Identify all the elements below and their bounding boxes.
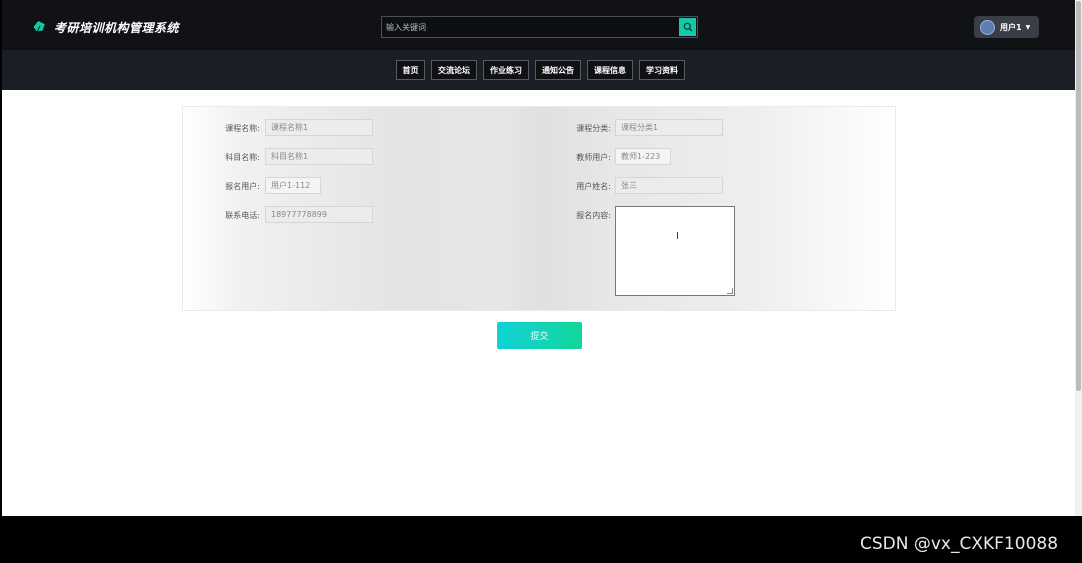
nav-bar: 首页 交流论坛 作业练习 通知公告 课程信息 学习资料 [2, 50, 1075, 90]
phone-label: 联系电话: [225, 211, 260, 220]
nav-home[interactable]: 首页 [396, 60, 425, 80]
course-name-field[interactable]: 课程名称1 [265, 119, 373, 136]
teacher-user-field[interactable]: 教师1-223 [615, 148, 671, 165]
submit-button[interactable]: 提交 [497, 322, 582, 349]
scrollbar-thumb[interactable] [1076, 1, 1081, 391]
nav-materials[interactable]: 学习资料 [639, 60, 685, 80]
subject-name-field[interactable]: 科目名称1 [265, 148, 373, 165]
search-box [381, 16, 698, 38]
course-category-label: 课程分类: [576, 124, 611, 133]
enrollment-form: 课程名称: 课程名称1 科目名称: 科目名称1 报名用户: 用户1-112 联系… [182, 106, 896, 311]
enroll-user-field[interactable]: 用户1-112 [265, 177, 321, 194]
nav-courses[interactable]: 课程信息 [587, 60, 633, 80]
enroll-content-textarea[interactable]: Ⅰ [615, 206, 735, 296]
nav-notice[interactable]: 通知公告 [535, 60, 581, 80]
text-cursor-icon: Ⅰ [676, 231, 679, 242]
watermark: CSDN @vx_CXKF10088 [860, 534, 1059, 554]
phone-field[interactable]: 18977778899 [265, 206, 373, 223]
subject-name-label: 科目名称: [225, 153, 260, 162]
resize-handle-icon[interactable] [727, 288, 733, 294]
top-header: 考研培训机构管理系统 用户1 ▼ [2, 0, 1075, 50]
course-category-field[interactable]: 课程分类1 [615, 119, 723, 136]
search-input[interactable] [386, 19, 676, 35]
user-menu[interactable]: 用户1 ▼ [974, 16, 1039, 38]
nav-homework[interactable]: 作业练习 [483, 60, 529, 80]
search-button[interactable] [679, 18, 696, 36]
enroll-content-label: 报名内容: [576, 211, 611, 220]
user-name: 用户1 [1000, 22, 1022, 32]
leaf-logo-icon [33, 21, 45, 33]
caret-down-icon: ▼ [1025, 23, 1031, 31]
course-name-label: 课程名称: [225, 124, 260, 133]
brand[interactable]: 考研培训机构管理系统 [32, 18, 179, 36]
brand-title: 考研培训机构管理系统 [54, 20, 180, 35]
enroll-user-label: 报名用户: [225, 182, 260, 191]
teacher-user-label: 教师用户: [576, 153, 611, 162]
user-fullname-field[interactable]: 张三 [615, 177, 723, 194]
avatar [980, 19, 995, 35]
search-icon [683, 22, 692, 32]
user-fullname-label: 用户姓名: [576, 182, 611, 191]
page: 考研培训机构管理系统 用户1 ▼ 首页 交流论坛 作业练习 通知公告 课程信息 … [2, 0, 1075, 563]
nav-forum[interactable]: 交流论坛 [431, 60, 477, 80]
